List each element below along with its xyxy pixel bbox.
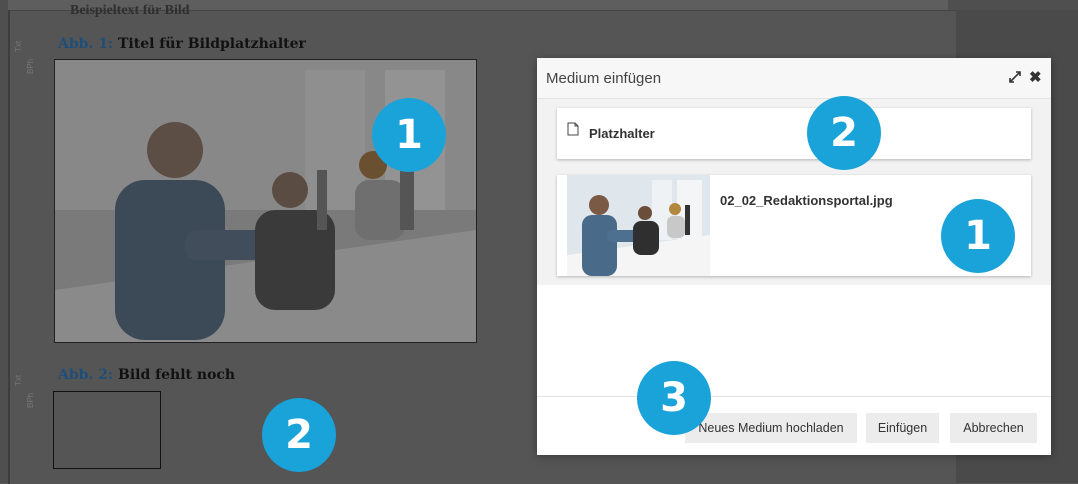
badge-doc-placeholder: 2 <box>262 398 336 472</box>
dialog-footer: Neues Medium hochladen Einfügen Abbreche… <box>537 396 1051 455</box>
cancel-button[interactable]: Abbrechen <box>950 413 1037 443</box>
expand-icon[interactable] <box>1008 70 1022 84</box>
document-icon <box>567 122 579 136</box>
close-icon[interactable]: ✖ <box>1029 68 1042 86</box>
badge-doc-image: 1 <box>372 98 446 172</box>
figure-2-prefix: Abb. 2: <box>58 367 114 383</box>
figure-2-caption[interactable]: Abb. 2: Bild fehlt noch <box>58 367 235 383</box>
side-label-bph: BPh <box>26 58 35 74</box>
media-item-thumbnail <box>567 175 710 276</box>
dialog-title: Medium einfügen <box>546 70 662 87</box>
media-item-placeholder-label: Platzhalter <box>589 126 655 141</box>
badge-upload: 3 <box>637 361 711 435</box>
insert-button[interactable]: Einfügen <box>866 413 939 443</box>
badge-modal-placeholder: 2 <box>807 96 881 170</box>
media-item-placeholder[interactable]: Platzhalter <box>557 108 1031 159</box>
side-label-txt: Txt <box>14 40 23 52</box>
dialog-header: Medium einfügen ✖ <box>537 58 1051 99</box>
media-item-filename: 02_02_Redaktionsportal.jpg <box>720 193 893 208</box>
badge-modal-image: 1 <box>941 199 1015 273</box>
side-label-txt-2: Txt <box>14 374 23 386</box>
side-label-bph-2: BPh <box>26 392 35 408</box>
figure-1-title: Titel für Bildplatzhalter <box>117 36 306 52</box>
figure-1-caption[interactable]: Abb. 1: Titel für Bildplatzhalter <box>58 36 306 52</box>
cut-off-heading: Beispieltext für Bild <box>70 3 190 18</box>
office-thumbnail <box>567 175 710 276</box>
figure-2-title: Bild fehlt noch <box>117 367 236 383</box>
upload-new-media-button[interactable]: Neues Medium hochladen <box>685 413 857 443</box>
figure-2-placeholder-box[interactable] <box>53 391 161 469</box>
figure-1-prefix: Abb. 1: <box>58 36 114 52</box>
